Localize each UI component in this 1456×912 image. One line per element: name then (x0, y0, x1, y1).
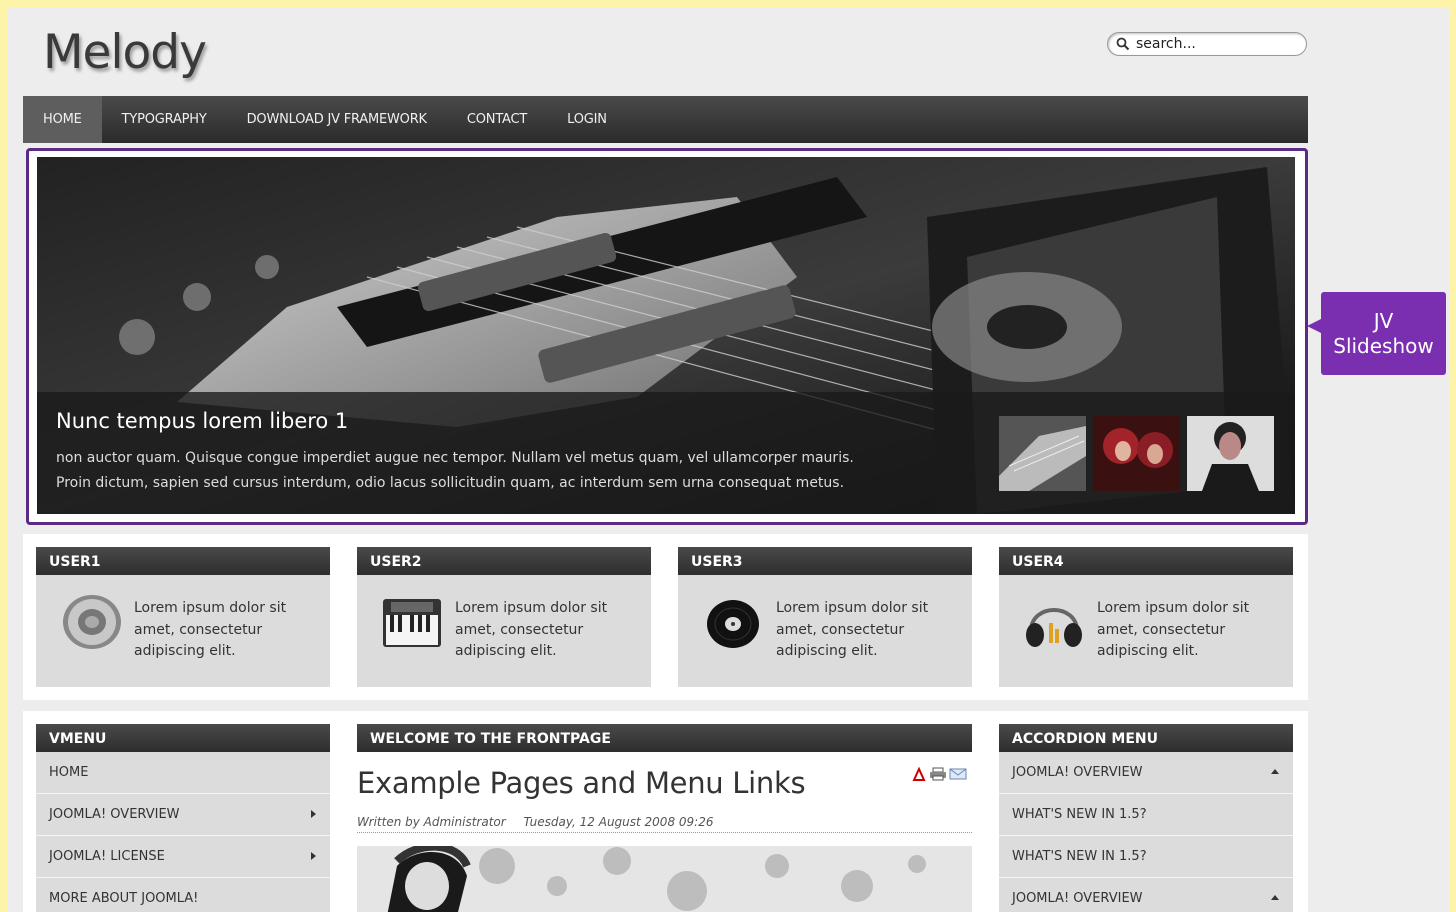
pdf-icon[interactable] (911, 767, 927, 781)
chevron-up-icon (1271, 769, 1279, 774)
module-text-line-1: Lorem ipsum dolor sit (134, 600, 287, 616)
module-text-line-3: adipiscing elit. (776, 643, 878, 659)
module-text-line-2: amet, consectetur (134, 621, 263, 638)
article-author: Written by Administrator (357, 815, 506, 829)
site-logo[interactable]: Melody (43, 25, 207, 80)
vmenu: VMENU HOME JOOMLA! OVERVIEW JOOMLA! LICE… (36, 724, 330, 912)
accordion-menu: ACCORDION MENU JOOMLA! OVERVIEW WHAT'S N… (999, 724, 1293, 912)
vmenu-item-joomla-overview[interactable]: JOOMLA! OVERVIEW (36, 794, 330, 836)
search-input[interactable] (1134, 35, 1298, 53)
module-text-line-1: Lorem ipsum dolor sit (455, 600, 608, 616)
nav-download-jv-framework[interactable]: DOWNLOAD JV FRAMEWORK (227, 96, 447, 143)
slide-description-line-1: non auctor quam. Quisque congue imperdie… (56, 450, 854, 466)
search-icon (1116, 37, 1130, 51)
page: Melody HOME TYPOGRAPHY DOWNLOAD JV FRAME… (7, 7, 1449, 912)
nav-typography[interactable]: TYPOGRAPHY (102, 96, 227, 143)
vmenu-item-joomla-license[interactable]: JOOMLA! LICENSE (36, 836, 330, 878)
module-user1: USER1 Lorem ipsum dolor sit amet, consec… (36, 547, 330, 687)
module-text-line-1: Lorem ipsum dolor sit (776, 600, 929, 616)
module-text-line-3: adipiscing elit. (455, 643, 557, 659)
accordion-item-joomla-overview-2[interactable]: JOOMLA! OVERVIEW (999, 878, 1293, 912)
accordion-item-label: JOOMLA! OVERVIEW (1012, 765, 1143, 780)
article-date: Tuesday, 12 August 2008 09:26 (523, 815, 714, 829)
article-tools (911, 767, 967, 781)
vmenu-item-label: HOME (49, 765, 89, 780)
vmenu-item-label: JOOMLA! OVERVIEW (49, 807, 180, 822)
jv-slideshow-callout: JV Slideshow (1307, 292, 1446, 375)
module-text: Lorem ipsum dolor sit amet, consectetur … (455, 598, 640, 663)
module-title: USER2 (357, 547, 651, 575)
slide-caption: Nunc tempus lorem libero 1 non auctor qu… (37, 392, 1295, 514)
module-title: USER3 (678, 547, 972, 575)
module-user4: USER4 Lorem ipsum dolor sit amet, consec… (999, 547, 1293, 687)
slideshow[interactable]: Nunc tempus lorem libero 1 non auctor qu… (37, 157, 1295, 514)
accordion-title: ACCORDION MENU (999, 724, 1293, 752)
vmenu-item-label: JOOMLA! LICENSE (49, 849, 165, 864)
module-title: USER4 (999, 547, 1293, 575)
module-text-line-2: amet, consectetur (455, 621, 584, 638)
module-text-line-2: amet, consectetur (776, 621, 905, 638)
nav-home[interactable]: HOME (23, 96, 102, 143)
module-text-line-3: adipiscing elit. (134, 643, 236, 659)
callout-line-2: Slideshow (1333, 333, 1434, 358)
chevron-right-icon (311, 810, 316, 818)
chevron-right-icon (311, 852, 316, 860)
article-title[interactable]: Example Pages and Menu Links (357, 766, 806, 800)
nav-contact[interactable]: CONTACT (447, 96, 547, 143)
module-text: Lorem ipsum dolor sit amet, consectetur … (134, 598, 319, 663)
email-icon[interactable] (949, 767, 967, 781)
slide-title[interactable]: Nunc tempus lorem libero 1 (56, 409, 348, 433)
module-user3: USER3 Lorem ipsum dolor sit amet, consec… (678, 547, 972, 687)
module-text: Lorem ipsum dolor sit amet, consectetur … (1097, 598, 1282, 663)
slide-thumbnail-2[interactable] (1093, 416, 1180, 491)
article-meta: Written by Administrator Tuesday, 12 Aug… (357, 815, 972, 833)
vinyl-record-icon (707, 600, 759, 648)
content-area: VMENU HOME JOOMLA! OVERVIEW JOOMLA! LICE… (23, 711, 1308, 912)
accordion-item-whats-new[interactable]: WHAT'S NEW IN 1.5? (999, 794, 1293, 836)
callout-line-1: JV (1373, 308, 1394, 333)
vmenu-item-home[interactable]: HOME (36, 752, 330, 794)
slide-thumbnail-3[interactable] (1187, 416, 1274, 491)
article-image (357, 846, 972, 912)
main-section-title: WELCOME TO THE FRONTPAGE (357, 724, 972, 752)
module-text: Lorem ipsum dolor sit amet, consectetur … (776, 598, 961, 663)
chevron-up-icon (1271, 895, 1279, 900)
user-modules: USER1 Lorem ipsum dolor sit amet, consec… (23, 534, 1308, 700)
vmenu-item-more-about-joomla[interactable]: MORE ABOUT JOOMLA! (36, 878, 330, 912)
nav-login[interactable]: LOGIN (547, 96, 627, 143)
accordion-item-label: JOOMLA! OVERVIEW (1012, 891, 1143, 906)
main-content: WELCOME TO THE FRONTPAGE Example Pages a… (357, 724, 972, 912)
module-title: USER1 (36, 547, 330, 575)
slide-description-line-2: Proin dictum, sapien sed cursus interdum… (56, 475, 845, 491)
accordion-item-joomla-overview[interactable]: JOOMLA! OVERVIEW (999, 752, 1293, 794)
print-icon[interactable] (929, 767, 947, 781)
main-nav: HOME TYPOGRAPHY DOWNLOAD JV FRAMEWORK CO… (23, 96, 1308, 143)
accordion-item-label: WHAT'S NEW IN 1.5? (1012, 849, 1147, 864)
module-text-line-2: amet, consectetur (1097, 621, 1226, 638)
search-box[interactable] (1107, 32, 1307, 56)
vmenu-title: VMENU (36, 724, 330, 752)
slide-thumbnail-1[interactable] (999, 416, 1086, 491)
slide-description: non auctor quam. Quisque congue imperdie… (56, 446, 916, 496)
slideshow-frame: Nunc tempus lorem libero 1 non auctor qu… (26, 148, 1308, 525)
accordion-item-label: WHAT'S NEW IN 1.5? (1012, 807, 1147, 822)
keyboard-icon (383, 599, 441, 647)
slide-thumbnails (999, 416, 1274, 491)
speaker-icon (63, 595, 121, 649)
module-text-line-1: Lorem ipsum dolor sit (1097, 600, 1250, 616)
module-text-line-3: adipiscing elit. (1097, 643, 1199, 659)
accordion-item-whats-new-2[interactable]: WHAT'S NEW IN 1.5? (999, 836, 1293, 878)
vmenu-item-label: MORE ABOUT JOOMLA! (49, 891, 199, 906)
module-user2: USER2 Lorem ipsum dolor sit amet, consec… (357, 547, 651, 687)
headphones-icon (1026, 608, 1082, 647)
